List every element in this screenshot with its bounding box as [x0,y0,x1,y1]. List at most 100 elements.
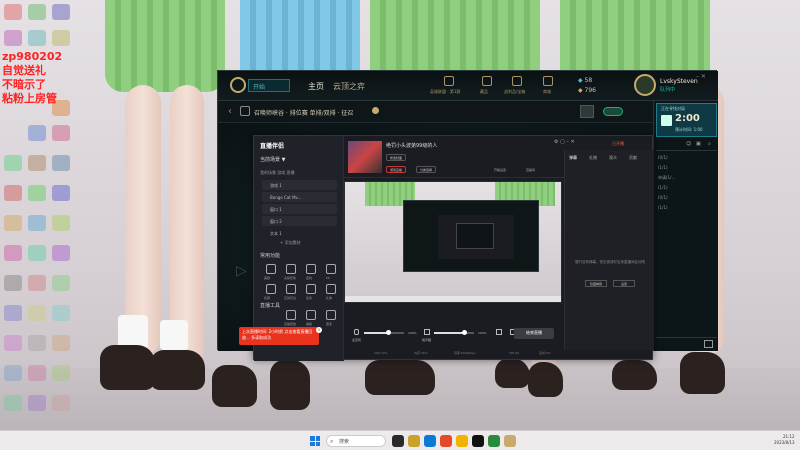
clock[interactable]: 21:12 2023/8/13 [774,434,795,446]
desktop-shortcut-icon[interactable] [28,275,46,291]
desktop-shortcut-icon[interactable] [52,125,70,141]
speaker-slider-knob[interactable] [461,330,467,335]
desktop-shortcut-icon[interactable] [28,155,46,171]
task-icon[interactable] [306,284,316,294]
chat-tab[interactable]: 观众 [609,155,617,161]
desktop-shortcut-icon[interactable] [4,185,22,201]
desktop-shortcut-icon[interactable] [4,245,22,261]
desktop-shortcut-icon[interactable] [4,395,22,411]
desktop-shortcut-icon[interactable] [52,155,70,171]
window-controls[interactable]: ⚙ ▢ – ✕ [554,139,575,145]
desktop-shortcut-icon[interactable] [28,245,46,261]
desktop-shortcut-icon[interactable] [52,4,70,20]
add-friend-icon[interactable]: ☺ [686,141,691,147]
hide-chat-button[interactable]: 隐藏弹幕 [585,280,607,287]
close-icon[interactable]: × [316,327,322,333]
replay-icon[interactable] [286,310,296,320]
desktop-shortcut-icon[interactable] [4,155,22,171]
taskbar-search[interactable]: ⌕ 搜索 [326,435,386,447]
queue-timer-box[interactable]: 正在寻找对局 2:00 预计时间: 1:00 [656,103,717,137]
app-icon[interactable] [456,435,468,447]
game-interact-icon[interactable] [286,284,296,294]
nav-tft[interactable]: 云顶之弈 [333,81,365,92]
source-item[interactable]: 文本 1 [262,228,337,238]
category-button[interactable]: 分类选择 [416,166,437,173]
search-icon[interactable]: ⌕ [708,141,711,147]
notice-toast[interactable]: 上次直播时间: 2小时前 点击查看直播回放... 多读取成功 [239,327,319,345]
play-button[interactable]: 开始 [248,79,290,92]
store-icon[interactable] [543,76,553,86]
source-item[interactable]: Bongo Cat Mv... [262,192,337,202]
task-view-icon[interactable] [392,435,404,447]
desktop-shortcut-icon[interactable] [28,125,46,141]
desktop-shortcut-icon[interactable] [52,185,70,201]
mic-icon[interactable] [354,329,359,335]
edge-icon[interactable] [424,435,436,447]
toggle-switch[interactable] [603,107,623,116]
friend-group[interactable]: (0/1) [658,155,668,160]
pk-icon[interactable] [326,264,336,274]
room-link[interactable]: 直播间 [526,168,535,172]
desktop-shortcut-icon[interactable] [28,4,46,20]
cast-icon[interactable] [266,284,276,294]
mic-slider-knob[interactable] [385,330,391,335]
desktop-shortcut-icon[interactable] [28,215,46,231]
app-icon[interactable] [488,435,500,447]
client-logo-icon[interactable] [230,77,246,93]
desktop-shortcut-icon[interactable] [4,215,22,231]
desktop-shortcut-icon[interactable] [52,30,70,46]
add-source-button[interactable]: + 添加素材 [280,240,301,246]
game-live-button[interactable]: 游戏直播 [386,166,407,173]
desktop-shortcut-icon[interactable] [52,335,70,351]
end-live-button[interactable]: 结束直播 [514,328,554,339]
friend-group[interactable]: (1/1) [658,205,668,210]
file-explorer-icon[interactable] [408,435,420,447]
stream-preview[interactable] [344,181,562,303]
source-item[interactable]: 窗口 2 [262,216,337,226]
mic-slider[interactable] [364,330,404,335]
speaker-icon[interactable] [424,329,430,335]
desktop-shortcut-icon[interactable] [28,395,46,411]
desktop-shortcut-icon[interactable] [52,365,70,381]
desktop-shortcut-icon[interactable] [52,215,70,231]
speaker-slider[interactable] [434,330,474,335]
desktop-shortcut-icon[interactable] [28,185,46,201]
edit-cover-button[interactable]: 修改封面 [386,154,407,161]
info-icon[interactable] [372,107,379,114]
beauty-icon[interactable] [266,264,276,274]
desktop-shortcut-icon[interactable] [28,365,46,381]
friend-group[interactable]: (0/1) [658,195,668,200]
desktop-shortcut-icon[interactable] [4,305,22,321]
chat-tab[interactable]: 弹幕 [569,155,577,161]
avatar[interactable] [634,74,656,96]
desktop-shortcut-icon[interactable] [28,305,46,321]
chat-toggle-icon[interactable] [580,105,594,118]
back-arrow-icon[interactable]: ‹ [228,106,232,117]
desktop-shortcut-icon[interactable] [4,365,22,381]
stream-app-taskbar-icon[interactable] [472,435,484,447]
source-item[interactable]: 窗口 1 [262,204,337,214]
desktop-shortcut-icon[interactable] [28,335,46,351]
camera-icon[interactable] [496,329,502,335]
collection-icon[interactable] [482,76,492,86]
desktop-shortcut-icon[interactable] [4,30,22,46]
currency-panel[interactable]: ◆ 58 ◆ 796 [578,77,596,94]
link-icon[interactable] [306,264,316,274]
live-settings-link[interactable]: 开播设置 [494,168,506,172]
game-client-taskbar-icon[interactable] [504,435,516,447]
desktop-shortcut-icon[interactable] [52,395,70,411]
scene-tabs[interactable]: 我的场景 游戏 直播 [260,170,295,176]
help-icon[interactable] [704,340,713,348]
desktop-shortcut-icon[interactable] [4,275,22,291]
loot-icon[interactable] [512,76,522,86]
friend-group[interactable]: 申请(1/... [658,175,675,181]
start-button[interactable] [310,436,320,446]
folder-icon[interactable]: ▣ [696,141,701,147]
chat-tab[interactable]: 贡献 [629,155,637,161]
desktop-shortcut-icon[interactable] [4,4,22,20]
friend-group[interactable]: (1/1) [658,185,668,190]
desktop-shortcut-icon[interactable] [4,335,22,351]
window-controls[interactable]: – ✕ [696,73,706,80]
source-item[interactable]: 游戏 1 [262,180,337,190]
chat-settings-button[interactable]: 设置 [613,280,635,287]
